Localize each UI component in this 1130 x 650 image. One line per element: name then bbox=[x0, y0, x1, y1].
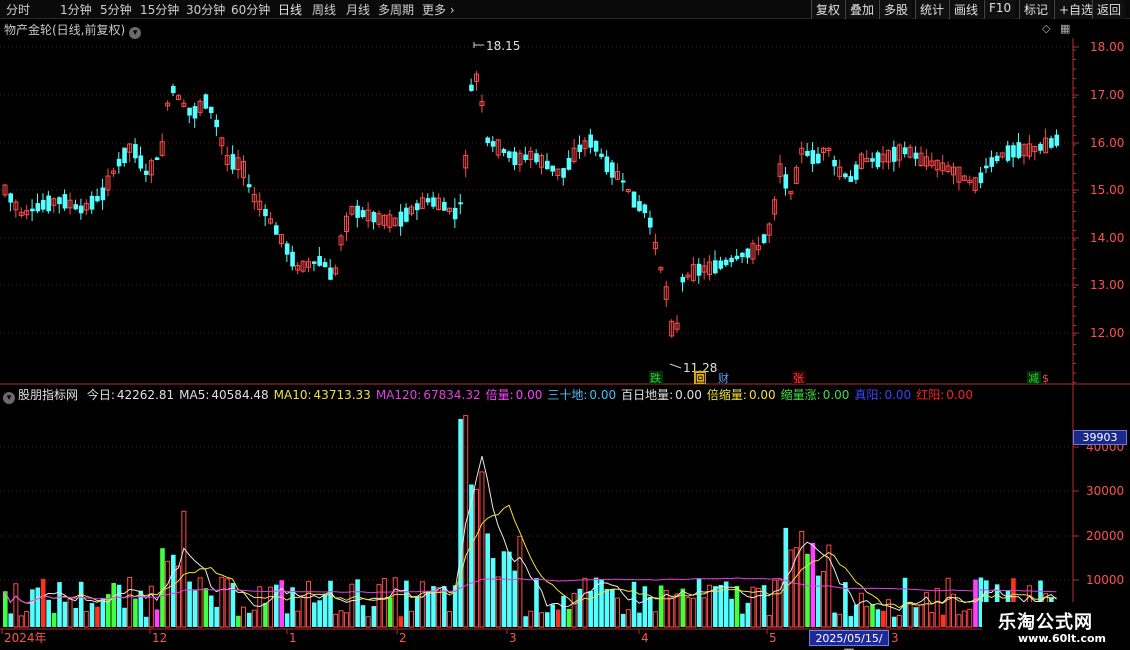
indicator-field-label: MA10: bbox=[273, 388, 312, 402]
indicator-field-value: 0.00 bbox=[748, 388, 776, 402]
x-label: 5 bbox=[769, 631, 777, 645]
price-tick: 17.00 bbox=[1090, 88, 1124, 102]
main-gridlines bbox=[0, 46, 1073, 334]
marker-hui[interactable]: 回 bbox=[695, 372, 706, 385]
indicator-field-value: 42262.81 bbox=[116, 388, 175, 402]
x-label: 3 bbox=[891, 631, 899, 645]
watermark: 乐淘公式网 www.60lt.com bbox=[982, 602, 1130, 650]
marker-dollar[interactable]: $ bbox=[1042, 372, 1049, 385]
indicator-field-label: 今日: bbox=[86, 388, 115, 402]
indicator-field: 三十地: 0.00 bbox=[547, 388, 616, 402]
indicator-field-label: 红阳: bbox=[916, 388, 945, 402]
watermark-url: www.60lt.com bbox=[1018, 632, 1107, 645]
kline-chart[interactable]: 18.00 17.00 16.00 15.00 14.00 13.00 12.0… bbox=[0, 0, 1130, 650]
indicator-field: 倍缩量: 0.00 bbox=[707, 388, 776, 402]
x-label: 3 bbox=[509, 631, 517, 645]
indicator-field: 真阳: 0.00 bbox=[854, 388, 911, 402]
indicator-field: 今日: 42262.81 bbox=[87, 388, 174, 402]
cursor-date-box: 2025/05/15/四 bbox=[809, 630, 889, 650]
indicator-field: 倍量: 0.00 bbox=[486, 388, 543, 402]
current-volume-box: 39903 bbox=[1073, 430, 1127, 445]
price-tick: 13.00 bbox=[1090, 278, 1124, 292]
indicator-field-value: 43713.33 bbox=[313, 388, 371, 402]
indicator-field-value: 0.00 bbox=[675, 388, 702, 402]
chevron-down-icon[interactable]: ▾ bbox=[3, 392, 15, 404]
indicator-field-label: 真阳: bbox=[854, 388, 883, 402]
candlesticks bbox=[2, 71, 1060, 338]
indicator-field: 缩量涨: 0.00 bbox=[781, 388, 850, 402]
x-label: 2 bbox=[399, 631, 407, 645]
indicator-field-value: 0.00 bbox=[822, 388, 850, 402]
x-label: 12 bbox=[152, 631, 167, 645]
marker-cai[interactable]: 财 bbox=[718, 371, 729, 385]
indicator-field: MA120: 67834.32 bbox=[376, 388, 481, 402]
indicator-field-label: 三十地: bbox=[547, 388, 588, 402]
price-axis: 18.00 17.00 16.00 15.00 14.00 13.00 12.0… bbox=[1090, 40, 1124, 340]
price-tick: 18.00 bbox=[1090, 40, 1124, 54]
indicator-fields: 今日: 42262.81 MA5: 40584.48 MA10: 43713.33 MA12… bbox=[87, 388, 978, 402]
indicator-field-label: MA5: bbox=[179, 388, 210, 402]
indicator-header: ▾ 股朋指标网 今日: 42262.81 MA5: 40584.48 MA10: 43713… bbox=[0, 386, 983, 404]
x-label: 2024年 bbox=[4, 631, 47, 645]
volume-tick: 10000 bbox=[1086, 573, 1124, 587]
indicator-field-label: 倍缩量: bbox=[706, 388, 747, 402]
marker-zhang[interactable]: 张 bbox=[793, 372, 804, 385]
marker-die[interactable]: 跌 bbox=[650, 371, 661, 385]
indicator-field-value: 0.00 bbox=[515, 388, 543, 402]
x-axis-labels: 2024年 12 1 2 3 4 5 3 bbox=[1, 629, 899, 645]
price-tick: 14.00 bbox=[1090, 231, 1124, 245]
indicator-field-value: 0.00 bbox=[946, 388, 973, 402]
volume-tick: 20000 bbox=[1086, 529, 1124, 543]
x-label: 4 bbox=[641, 631, 649, 645]
low-annotation: 11.28 bbox=[669, 361, 717, 375]
indicator-field: 红阳: 0.00 bbox=[916, 388, 973, 402]
indicator-field: MA5: 40584.48 bbox=[179, 388, 269, 402]
indicator-field-value: 0.00 bbox=[589, 388, 617, 402]
indicator-field-value: 40584.48 bbox=[211, 388, 269, 402]
indicator-field-label: 百日地量: bbox=[621, 388, 674, 402]
marker-jian[interactable]: 减 bbox=[1028, 372, 1039, 385]
high-price-label: 18.15 bbox=[486, 39, 520, 53]
indicator-field-label: 倍量: bbox=[485, 388, 514, 402]
price-tick: 16.00 bbox=[1090, 136, 1124, 150]
indicator-field-value: 67834.32 bbox=[423, 388, 481, 402]
high-annotation: 18.15 bbox=[473, 39, 520, 53]
indicator-field: MA10: 43713.33 bbox=[274, 388, 371, 402]
volume-tick: 30000 bbox=[1086, 484, 1124, 498]
indicator-field-label: 缩量涨: bbox=[780, 388, 821, 402]
volume-axis: 40000 30000 20000 10000 bbox=[1086, 440, 1124, 587]
price-tickmarks bbox=[1073, 46, 1079, 383]
indicator-name[interactable]: 股朋指标网 bbox=[18, 388, 78, 402]
price-tick: 12.00 bbox=[1090, 326, 1124, 340]
indicator-field-value: 0.00 bbox=[884, 388, 912, 402]
price-tick: 15.00 bbox=[1090, 183, 1124, 197]
indicator-field-label: MA120: bbox=[375, 388, 422, 402]
watermark-title: 乐淘公式网 bbox=[998, 612, 1093, 633]
x-label: 1 bbox=[289, 631, 297, 645]
indicator-field: 百日地量: 0.00 bbox=[621, 388, 702, 402]
